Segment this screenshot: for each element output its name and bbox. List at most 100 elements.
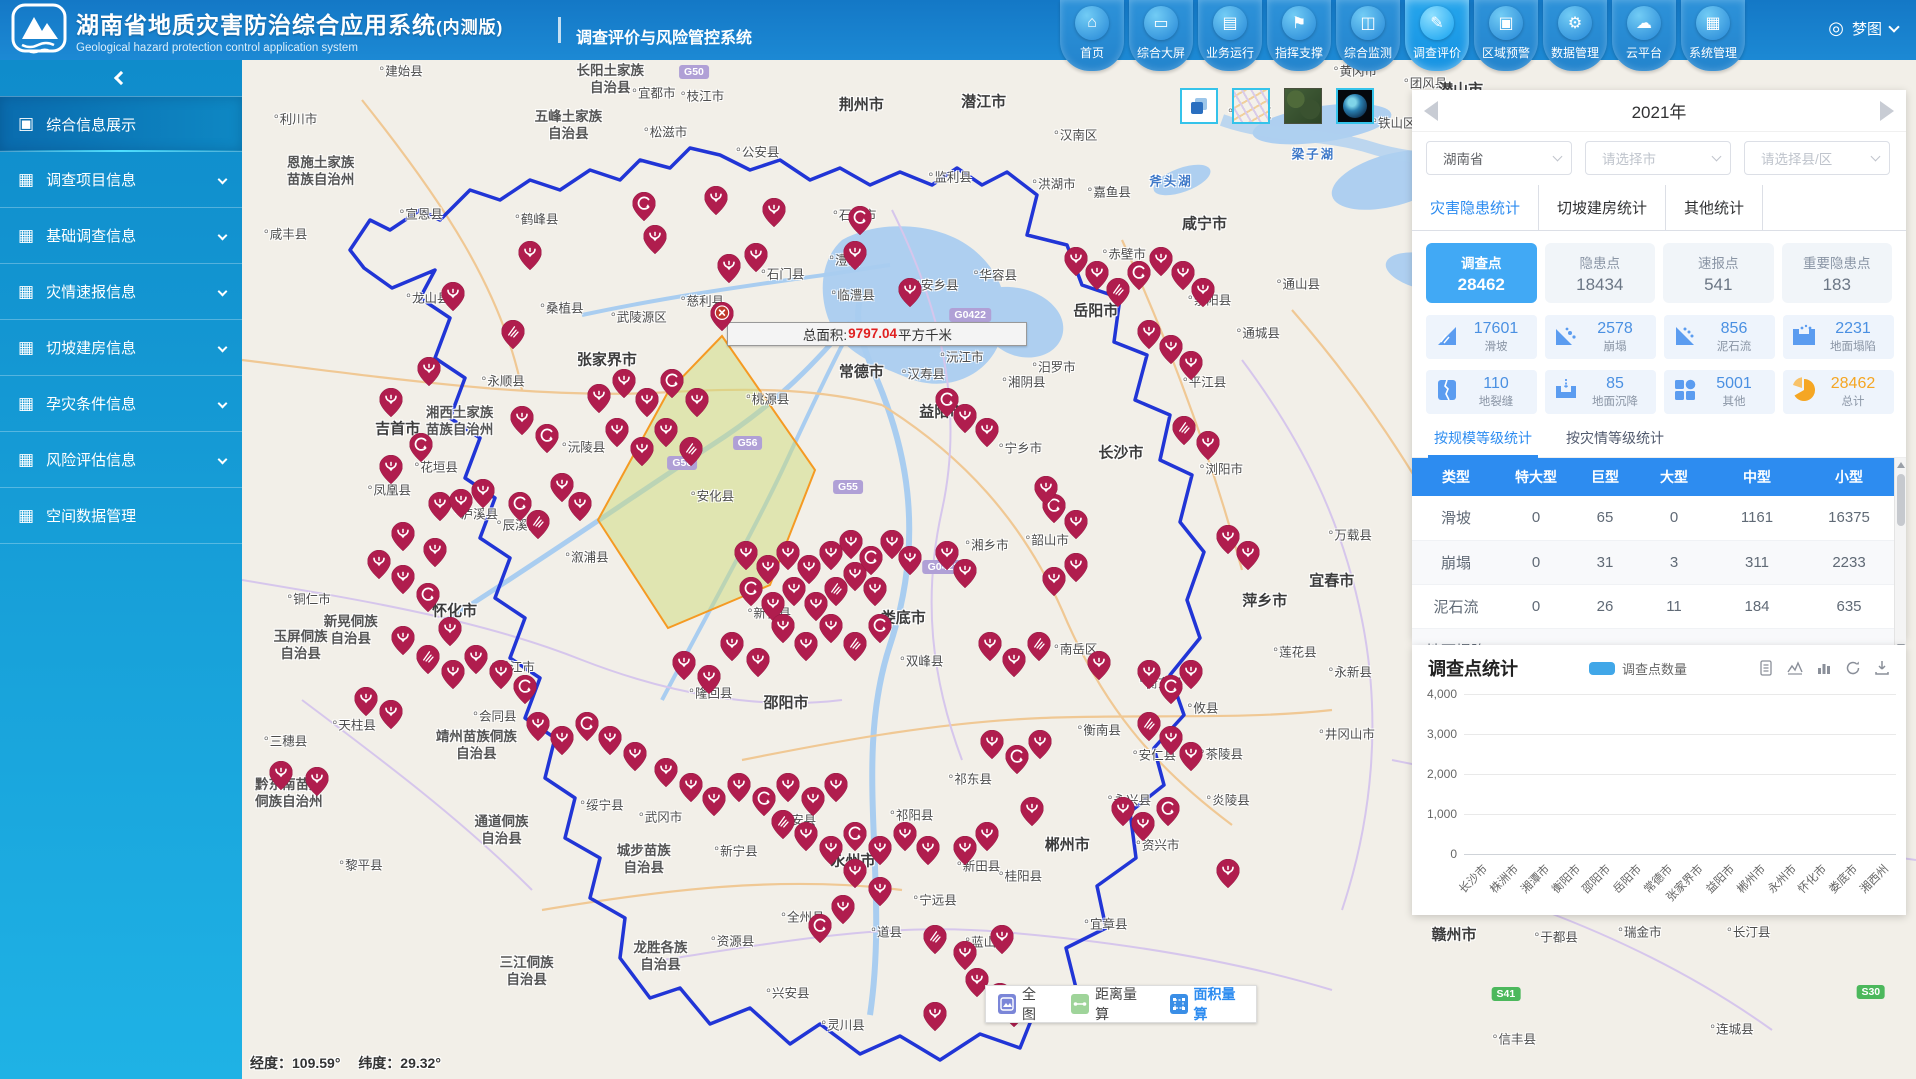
measure-area-button[interactable]: 面积量算 bbox=[1158, 986, 1256, 1022]
stat-card-3[interactable]: 速报点541 bbox=[1663, 243, 1774, 303]
hazard-marker[interactable] bbox=[631, 437, 654, 471]
hazard-marker[interactable] bbox=[980, 730, 1003, 764]
eye-icon[interactable]: ◎ bbox=[1828, 18, 1844, 39]
hazard-marker[interactable] bbox=[898, 546, 921, 580]
hazard-marker[interactable] bbox=[569, 492, 592, 526]
tab-3[interactable]: 其他统计 bbox=[1666, 185, 1763, 230]
hazard-marker[interactable] bbox=[843, 632, 866, 666]
stat-card-4[interactable]: 重要隐患点183 bbox=[1782, 243, 1893, 303]
hazard-marker[interactable] bbox=[863, 577, 886, 611]
nav-item-8[interactable]: ⚙数据管理 bbox=[1543, 0, 1607, 71]
hazard-marker[interactable] bbox=[438, 617, 461, 651]
hazard-marker[interactable] bbox=[1216, 859, 1239, 893]
hazard-marker[interactable] bbox=[686, 388, 709, 422]
hazard-marker[interactable] bbox=[1064, 553, 1087, 587]
hazard-marker[interactable] bbox=[783, 577, 806, 611]
nav-item-9[interactable]: ☁云平台 bbox=[1612, 0, 1676, 71]
hazard-marker[interactable] bbox=[898, 278, 921, 312]
hazard-marker[interactable] bbox=[868, 836, 891, 870]
hazard-marker[interactable] bbox=[820, 614, 843, 648]
hazard-marker[interactable] bbox=[1029, 730, 1052, 764]
hazard-marker[interactable] bbox=[776, 541, 799, 575]
hazard-marker[interactable] bbox=[1042, 567, 1065, 601]
hazard-marker[interactable] bbox=[1180, 742, 1203, 776]
hazard-marker[interactable] bbox=[1034, 476, 1057, 510]
hazard-marker[interactable] bbox=[1002, 648, 1025, 682]
hazard-marker[interactable] bbox=[848, 206, 871, 240]
stat-card-2[interactable]: 隐患点18434 bbox=[1545, 243, 1656, 303]
hazard-marker[interactable] bbox=[703, 787, 726, 821]
hazard-marker[interactable] bbox=[1138, 712, 1161, 746]
next-year-button[interactable] bbox=[1880, 101, 1894, 121]
line-chart-icon[interactable] bbox=[1787, 660, 1803, 676]
hazard-marker[interactable] bbox=[605, 418, 628, 452]
hazard-marker[interactable] bbox=[954, 836, 977, 870]
hazard-marker[interactable] bbox=[825, 773, 848, 807]
subtab-1[interactable]: 按规模等级统计 bbox=[1434, 428, 1532, 457]
full-extent-button[interactable]: 全图 bbox=[986, 986, 1059, 1022]
hazard-marker[interactable] bbox=[954, 559, 977, 593]
hazard-marker[interactable] bbox=[924, 1002, 947, 1036]
region-select-3[interactable]: 请选择县/区 bbox=[1744, 141, 1890, 175]
hazard-marker[interactable] bbox=[379, 700, 402, 734]
hazard-marker[interactable] bbox=[1006, 745, 1029, 779]
hazard-marker[interactable] bbox=[679, 437, 702, 471]
hazard-marker[interactable] bbox=[843, 859, 866, 893]
hazard-marker[interactable] bbox=[269, 761, 292, 795]
tab-1[interactable]: 灾害隐患统计 bbox=[1412, 185, 1539, 230]
tab-2[interactable]: 切坡建房统计 bbox=[1539, 185, 1666, 230]
subtab-2[interactable]: 按灾情等级统计 bbox=[1566, 428, 1664, 457]
hazard-marker[interactable] bbox=[795, 632, 818, 666]
hazard-marker[interactable] bbox=[575, 712, 598, 746]
hazard-marker[interactable] bbox=[917, 836, 940, 870]
hazard-marker[interactable] bbox=[418, 357, 441, 391]
nav-item-5[interactable]: ◫综合监测 bbox=[1336, 0, 1400, 71]
sidebar-item-8[interactable]: ▦空间数据管理 bbox=[0, 488, 242, 544]
hazard-marker[interactable] bbox=[654, 758, 677, 792]
prev-year-button[interactable] bbox=[1424, 101, 1438, 121]
nav-item-7[interactable]: ▣区域预警 bbox=[1474, 0, 1538, 71]
data-view-icon[interactable] bbox=[1758, 660, 1774, 676]
hazard-marker[interactable] bbox=[354, 687, 377, 721]
hazard-marker[interactable] bbox=[550, 726, 573, 760]
scroll-up-icon[interactable] bbox=[1897, 462, 1905, 468]
nav-item-4[interactable]: ⚑指挥支撑 bbox=[1267, 0, 1331, 71]
hazard-marker[interactable] bbox=[1021, 797, 1044, 831]
hazard-marker[interactable] bbox=[527, 712, 550, 746]
hazard-marker[interactable] bbox=[990, 925, 1013, 959]
hazard-marker[interactable] bbox=[624, 742, 647, 776]
hazard-marker[interactable] bbox=[527, 510, 550, 544]
hazard-marker[interactable] bbox=[868, 877, 891, 911]
hazard-marker[interactable] bbox=[771, 614, 794, 648]
hazard-marker[interactable] bbox=[510, 406, 533, 440]
hazard-marker[interactable] bbox=[843, 241, 866, 275]
hazard-marker[interactable] bbox=[416, 645, 439, 679]
hazard-marker[interactable] bbox=[843, 822, 866, 856]
hazard-marker[interactable] bbox=[472, 479, 495, 513]
hazard-marker[interactable] bbox=[1131, 812, 1154, 846]
hazard-marker[interactable] bbox=[763, 198, 786, 232]
nav-item-1[interactable]: ⌂首页 bbox=[1060, 0, 1124, 71]
sidebar-item-1[interactable]: ▣综合信息展示 bbox=[0, 96, 242, 152]
hazard-marker[interactable] bbox=[465, 645, 488, 679]
hazard-marker[interactable] bbox=[391, 565, 414, 599]
hazard-marker[interactable] bbox=[441, 660, 464, 694]
hazard-marker[interactable] bbox=[379, 388, 402, 422]
hazard-marker[interactable] bbox=[368, 550, 391, 584]
measurement-close-marker[interactable] bbox=[711, 302, 734, 336]
hazard-marker[interactable] bbox=[808, 914, 831, 948]
hazard-marker[interactable] bbox=[739, 577, 762, 611]
hazard-marker[interactable] bbox=[679, 773, 702, 807]
hazard-marker[interactable] bbox=[535, 424, 558, 458]
hazard-marker[interactable] bbox=[513, 675, 536, 709]
region-select-1[interactable]: 湖南省 bbox=[1426, 141, 1572, 175]
refresh-icon[interactable] bbox=[1845, 660, 1861, 676]
layers-toggle-button[interactable] bbox=[1180, 88, 1218, 124]
hazard-marker[interactable] bbox=[306, 767, 329, 801]
sidebar-item-4[interactable]: ▦灾情速报信息 bbox=[0, 264, 242, 320]
sidebar-item-2[interactable]: ▦调查项目信息 bbox=[0, 152, 242, 208]
hazard-marker[interactable] bbox=[1196, 431, 1219, 465]
hazard-marker[interactable] bbox=[1138, 320, 1161, 354]
hazard-marker[interactable] bbox=[1064, 510, 1087, 544]
hazard-marker[interactable] bbox=[391, 522, 414, 556]
